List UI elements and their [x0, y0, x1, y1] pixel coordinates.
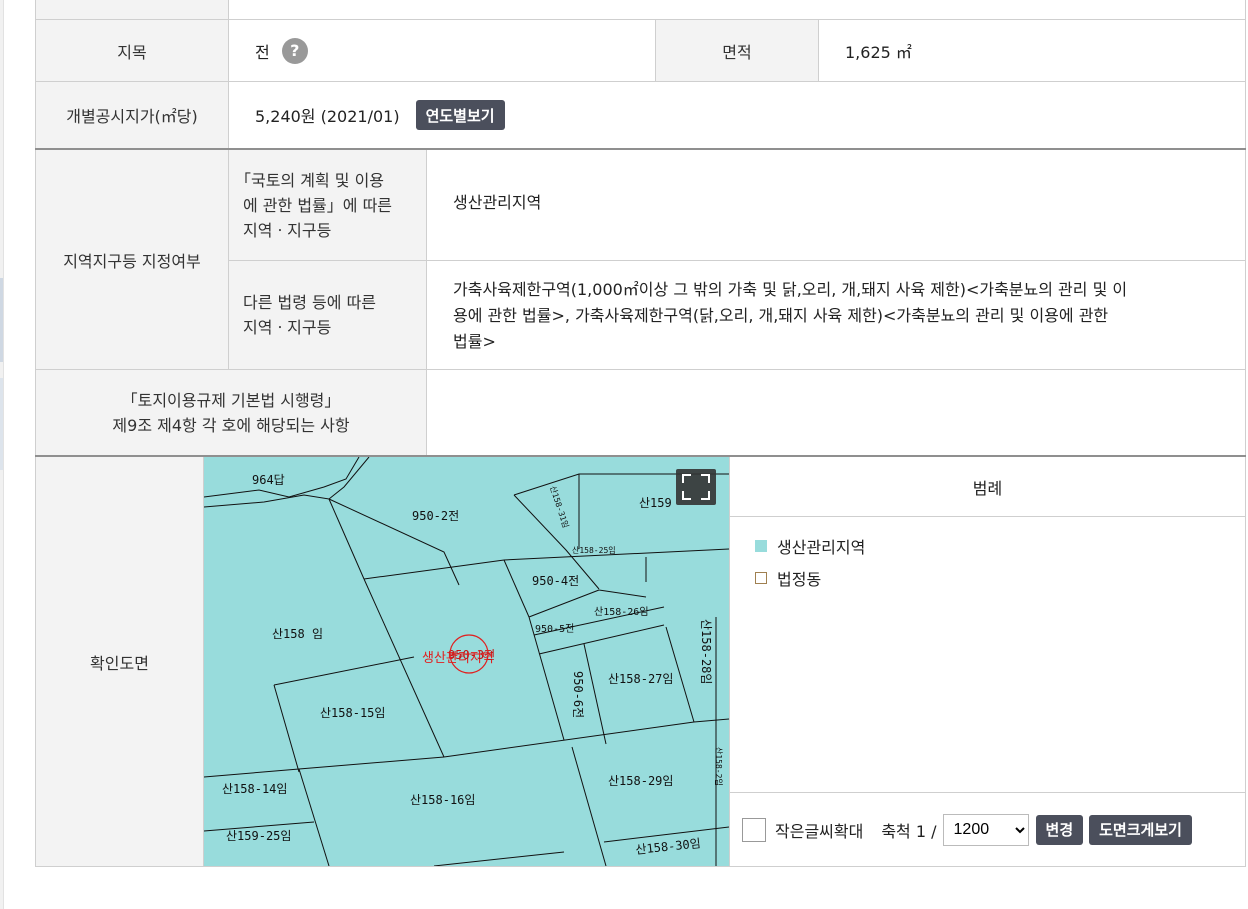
yearly-view-button[interactable]: 연도별보기	[415, 100, 505, 130]
grid-line	[35, 369, 1246, 370]
grid-line	[228, 0, 229, 149]
legend-list: 생산관리지역 법정동	[730, 517, 1245, 792]
grid-line	[655, 20, 656, 81]
parcel-label: 964답	[252, 473, 285, 487]
grid-line	[729, 457, 730, 866]
cadastral-map-drawing[interactable]: 964답 950-2전 산159 950-4전 950-5전 산158-26임 …	[204, 457, 729, 866]
grid-line	[426, 150, 427, 455]
parcel-label: 950-6전	[571, 671, 585, 718]
grid-line	[35, 19, 1246, 20]
grid-line	[228, 260, 1246, 261]
regulation-label: 「토지이용규제 기본법 시행령」 제9조 제4항 각 호에 해당되는 사항	[36, 370, 426, 455]
parcel-label: 산158-2임	[714, 747, 724, 786]
zone-national-law-value: 생산관리지역	[427, 150, 1245, 260]
table-border-left	[35, 0, 36, 866]
parcel-label: 산158-14임	[222, 782, 287, 796]
grid-line	[35, 148, 1246, 150]
legend-item-production-zone: 생산관리지역	[755, 534, 1245, 558]
zone-label: 지역지구등 지정여부	[36, 150, 228, 369]
question-icon[interactable]: ?	[281, 37, 308, 64]
fullscreen-icon[interactable]	[676, 469, 716, 505]
parcel-label: 산158-15임	[320, 706, 385, 720]
scale-label: 축척 1 /	[881, 821, 937, 841]
zone-national-law-label: 「국토의 계획 및 이용 에 관한 법률」에 따른 지역ㆍ지구등	[229, 150, 426, 260]
table-border-right	[1245, 0, 1246, 866]
legend-swatch-filled	[755, 540, 767, 552]
left-panel-mark	[0, 278, 3, 362]
map-controls: 작은글씨확대 축척 1 / 1200 변경 도면크게보기	[730, 793, 1245, 866]
cadastral-map[interactable]: 964답 950-2전 산159 950-4전 950-5전 산158-26임 …	[204, 457, 729, 866]
parcel-label: 산158-25임	[572, 545, 616, 555]
area-label: 면적	[656, 20, 818, 81]
grid-line	[730, 516, 1246, 517]
parcel-label: 산158-27임	[608, 672, 673, 686]
parcel-label: 산158-26임	[594, 605, 649, 618]
parcel-label: 산158-29임	[608, 774, 673, 788]
grid-line	[35, 81, 1246, 82]
parcel-label: 산158 임	[272, 627, 323, 641]
parcel-label: 산159	[639, 496, 672, 510]
scale-select[interactable]: 1200	[942, 813, 1029, 846]
parcel-label: 산159-25임	[226, 829, 291, 843]
grid-line	[730, 792, 1246, 793]
change-scale-button[interactable]: 변경	[1035, 814, 1084, 845]
big-map-button[interactable]: 도면크게보기	[1089, 814, 1192, 845]
jimok-label: 지목	[36, 20, 228, 81]
enlarge-text-label: 작은글씨확대	[775, 821, 864, 841]
parcel-label: 산158-28임	[699, 619, 713, 684]
zone-other-law-value: 가축사육제한구역(1,000㎡이상 그 밖의 가축 및 닭,오리, 개,돼지 사…	[427, 261, 1245, 369]
zone-other-law-label: 다른 법령 등에 따른 지역ㆍ지구등	[229, 261, 426, 369]
grid-line	[35, 455, 1246, 457]
prev-row-header	[36, 0, 228, 20]
price-value-cell: 5,240원 (2021/01) 연도별보기	[229, 82, 1245, 148]
table-border-bottom	[35, 866, 1246, 867]
left-panel-mark	[0, 378, 3, 470]
jimok-value-cell: 전 ?	[229, 20, 655, 81]
jimok-value: 전	[255, 42, 270, 62]
legend-item-legal-dong: 법정동	[755, 566, 1245, 590]
parcel-label: 950-5전	[535, 623, 574, 635]
enlarge-text-checkbox[interactable]	[742, 817, 766, 842]
parcel-label: 950-4전	[532, 574, 579, 588]
legend-swatch-outline	[755, 572, 767, 584]
regulation-value	[427, 370, 1245, 455]
grid-line	[818, 20, 819, 81]
price-label: 개별공시지가(㎡당)	[36, 82, 228, 148]
price-value: 5,240원 (2021/01)	[255, 107, 400, 126]
parcel-label: 산158-16임	[410, 793, 475, 807]
grid-line	[203, 457, 204, 866]
map-label: 확인도면	[36, 457, 203, 866]
area-value: 1,625 ㎡	[819, 20, 1245, 81]
parcel-label: 950-2전	[412, 509, 459, 523]
legend-title: 범례	[730, 457, 1245, 516]
